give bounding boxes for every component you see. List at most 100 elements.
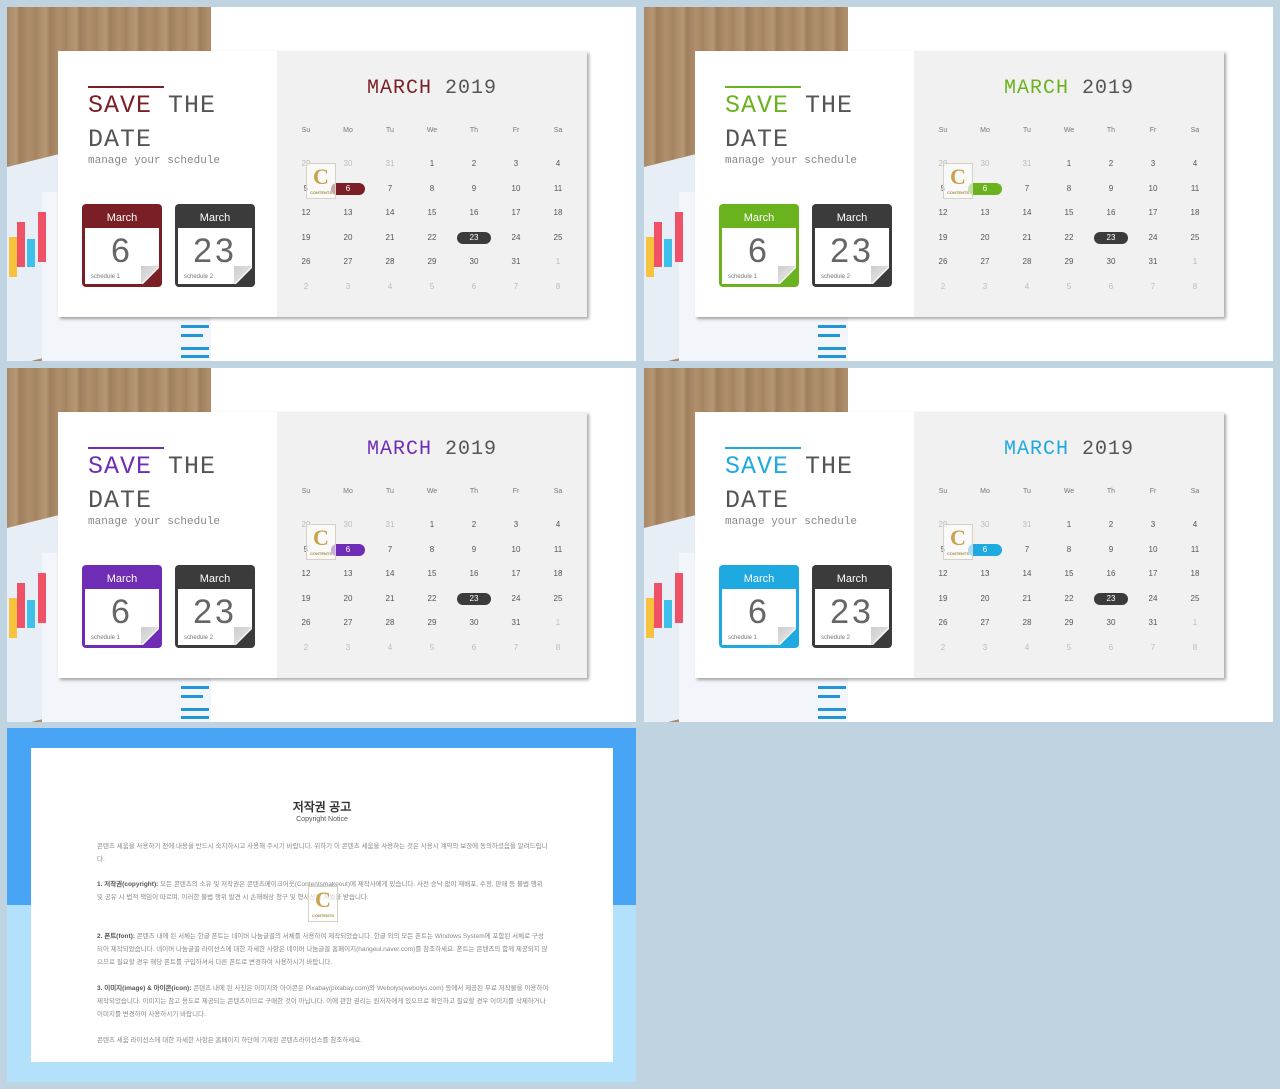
- calendar-day[interactable]: 31: [495, 617, 537, 629]
- calendar-day[interactable]: 3: [495, 158, 537, 170]
- calendar-day[interactable]: 8: [411, 544, 453, 556]
- calendar-day[interactable]: 8: [537, 642, 579, 654]
- calendar-day[interactable]: 1: [1048, 519, 1090, 531]
- calendar-day[interactable]: 4: [369, 642, 411, 654]
- calendar-day[interactable]: 21: [369, 593, 411, 605]
- calendar-day[interactable]: 2: [1090, 158, 1132, 170]
- calendar-day[interactable]: 8: [1048, 544, 1090, 556]
- calendar-day[interactable]: 26: [285, 256, 327, 268]
- calendar-day[interactable]: 14: [1006, 568, 1048, 580]
- calendar-day[interactable]: 1: [537, 617, 579, 629]
- calendar-day[interactable]: 11: [537, 183, 579, 195]
- calendar-day[interactable]: 29: [411, 617, 453, 629]
- calendar-day[interactable]: 20: [964, 593, 1006, 605]
- calendar-day[interactable]: 31: [1132, 256, 1174, 268]
- calendar-day[interactable]: 10: [495, 183, 537, 195]
- calendar-day[interactable]: 10: [1132, 544, 1174, 556]
- calendar-day[interactable]: 9: [453, 544, 495, 556]
- calendar-day[interactable]: 19: [922, 593, 964, 605]
- calendar-day[interactable]: 12: [285, 568, 327, 580]
- calendar-day[interactable]: 28: [369, 617, 411, 629]
- calendar-day[interactable]: 8: [1174, 642, 1216, 654]
- calendar-day[interactable]: 2: [453, 158, 495, 170]
- calendar-day[interactable]: 5: [1048, 642, 1090, 654]
- calendar-day[interactable]: 9: [453, 183, 495, 195]
- calendar-day[interactable]: 27: [327, 256, 369, 268]
- calendar-day[interactable]: 22: [411, 593, 453, 605]
- calendar-day[interactable]: 9: [1090, 544, 1132, 556]
- calendar-day[interactable]: 16: [453, 207, 495, 219]
- calendar-day[interactable]: 7: [495, 281, 537, 293]
- calendar-day[interactable]: 31: [369, 158, 411, 170]
- calendar-day[interactable]: 16: [1090, 568, 1132, 580]
- calendar-day[interactable]: 27: [327, 617, 369, 629]
- calendar-day[interactable]: 25: [1174, 232, 1216, 244]
- calendar-day[interactable]: 14: [1006, 207, 1048, 219]
- calendar-day[interactable]: 11: [1174, 544, 1216, 556]
- calendar-day[interactable]: 24: [1132, 232, 1174, 244]
- calendar-day[interactable]: 2: [1090, 519, 1132, 531]
- calendar-day[interactable]: 20: [327, 232, 369, 244]
- calendar-day[interactable]: 4: [369, 281, 411, 293]
- calendar-day[interactable]: 5: [411, 642, 453, 654]
- calendar-day[interactable]: 13: [964, 568, 1006, 580]
- calendar-day[interactable]: 3: [1132, 519, 1174, 531]
- calendar-day[interactable]: 1: [1048, 158, 1090, 170]
- calendar-day[interactable]: 3: [495, 519, 537, 531]
- calendar-day[interactable]: 19: [285, 232, 327, 244]
- calendar-day-selected[interactable]: 23: [453, 231, 495, 244]
- calendar-day[interactable]: 30: [1090, 617, 1132, 629]
- calendar-day[interactable]: 5: [411, 281, 453, 293]
- calendar-day[interactable]: 17: [495, 568, 537, 580]
- calendar-day[interactable]: 26: [922, 617, 964, 629]
- calendar-day[interactable]: 15: [411, 207, 453, 219]
- calendar-day[interactable]: 22: [1048, 232, 1090, 244]
- calendar-day[interactable]: 12: [922, 207, 964, 219]
- calendar-day[interactable]: 2: [922, 281, 964, 293]
- calendar-day[interactable]: 22: [1048, 593, 1090, 605]
- calendar-day[interactable]: 20: [964, 232, 1006, 244]
- calendar-day[interactable]: 3: [1132, 158, 1174, 170]
- calendar-day[interactable]: 3: [964, 281, 1006, 293]
- calendar-day[interactable]: 14: [369, 207, 411, 219]
- calendar-day[interactable]: 10: [495, 544, 537, 556]
- calendar-day[interactable]: 9: [1090, 183, 1132, 195]
- calendar-day[interactable]: 18: [1174, 568, 1216, 580]
- calendar-day[interactable]: 24: [495, 232, 537, 244]
- calendar-day[interactable]: 17: [495, 207, 537, 219]
- calendar-day[interactable]: 24: [1132, 593, 1174, 605]
- calendar-day[interactable]: 2: [285, 642, 327, 654]
- calendar-day[interactable]: 2: [922, 642, 964, 654]
- calendar-day[interactable]: 4: [1174, 519, 1216, 531]
- calendar-day[interactable]: 6: [453, 281, 495, 293]
- calendar-day[interactable]: 13: [327, 568, 369, 580]
- calendar-day[interactable]: 1: [1174, 617, 1216, 629]
- calendar-day[interactable]: 7: [369, 544, 411, 556]
- calendar-day[interactable]: 31: [1132, 617, 1174, 629]
- calendar-day[interactable]: 28: [369, 256, 411, 268]
- calendar-day[interactable]: 28: [1006, 256, 1048, 268]
- calendar-day-selected[interactable]: 23: [1090, 592, 1132, 605]
- calendar-day[interactable]: 27: [964, 256, 1006, 268]
- calendar-day[interactable]: 28: [1006, 617, 1048, 629]
- calendar-day[interactable]: 18: [537, 207, 579, 219]
- calendar-day[interactable]: 10: [1132, 183, 1174, 195]
- calendar-day[interactable]: 15: [411, 568, 453, 580]
- calendar-day[interactable]: 31: [1006, 519, 1048, 531]
- calendar-day[interactable]: 7: [1006, 544, 1048, 556]
- calendar-day[interactable]: 4: [1006, 642, 1048, 654]
- calendar-day[interactable]: 14: [369, 568, 411, 580]
- calendar-day[interactable]: 29: [1048, 617, 1090, 629]
- calendar-day[interactable]: 21: [1006, 232, 1048, 244]
- calendar-day[interactable]: 5: [1048, 281, 1090, 293]
- calendar-day[interactable]: 8: [411, 183, 453, 195]
- calendar-day[interactable]: 26: [922, 256, 964, 268]
- calendar-day[interactable]: 4: [537, 158, 579, 170]
- calendar-day[interactable]: 25: [537, 593, 579, 605]
- calendar-day[interactable]: 1: [411, 158, 453, 170]
- calendar-day[interactable]: 30: [453, 256, 495, 268]
- calendar-day[interactable]: 6: [1090, 281, 1132, 293]
- calendar-day[interactable]: 3: [327, 642, 369, 654]
- calendar-day[interactable]: 11: [537, 544, 579, 556]
- calendar-day[interactable]: 19: [285, 593, 327, 605]
